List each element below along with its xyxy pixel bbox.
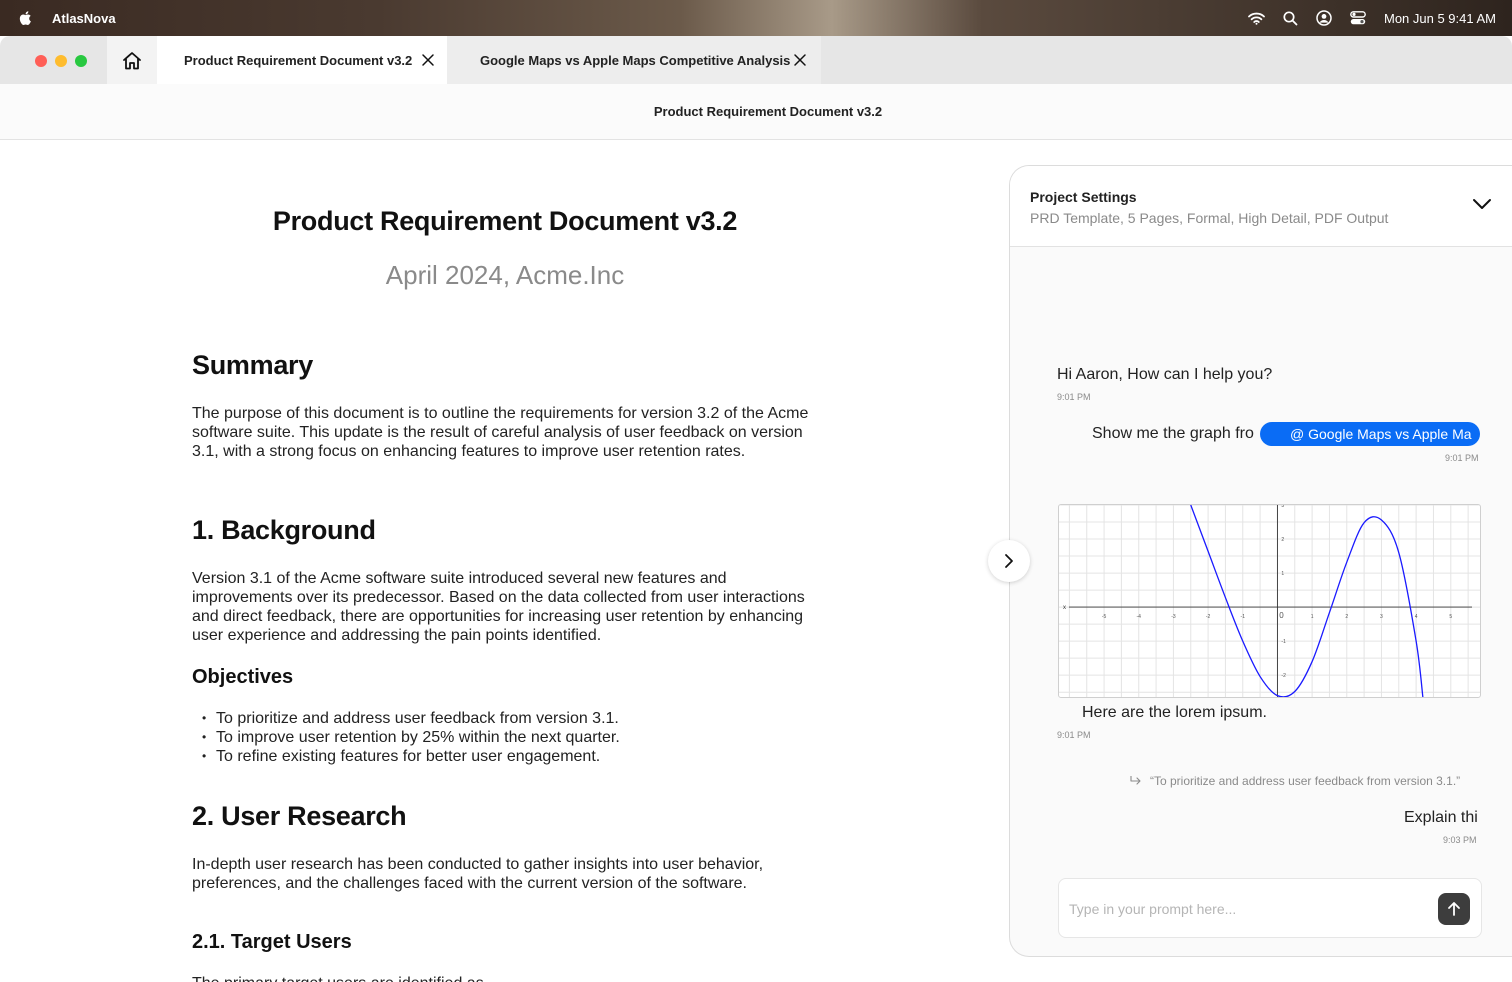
home-icon [123, 51, 141, 69]
project-settings-title: Project Settings [1030, 189, 1137, 205]
assistant-message: Here are the lorem ipsum. [1082, 704, 1267, 721]
quoted-text: “To prioritize and address user feedback… [1150, 774, 1461, 788]
tick-label: 2 [1281, 537, 1284, 543]
project-settings-summary: PRD Template, 5 Pages, Formal, High Deta… [1030, 210, 1389, 226]
assistant-panel: Project Settings PRD Template, 5 Pages, … [1009, 165, 1512, 957]
user-message: Show me the graph fro [1092, 425, 1254, 442]
tick-label: -1 [1281, 639, 1286, 645]
summary-text: The purpose of this document is to outli… [192, 405, 809, 460]
tab-product-requirement-document[interactable]: Product Requirement Document v3.2 [157, 36, 447, 84]
tick-label: 5 [1449, 614, 1452, 620]
quoted-reply: “To prioritize and address user feedback… [1130, 774, 1460, 788]
home-button[interactable] [107, 36, 157, 84]
message-timestamp: 9:01 PM [1445, 453, 1479, 463]
message-timestamp: 9:01 PM [1057, 730, 1091, 740]
summary-heading: Summary [192, 350, 313, 380]
tick-label: 3 [1380, 614, 1383, 620]
assistant-message: Hi Aaron, How can I help you? [1057, 366, 1273, 383]
tick-label: -2 [1281, 673, 1286, 679]
reply-arrow-icon [1130, 776, 1141, 785]
user-research-text: In-depth user research has been conducte… [192, 856, 764, 892]
tick-label: -2 [1206, 614, 1211, 620]
message-timestamp: 9:03 PM [1443, 835, 1477, 845]
tab-competitive-analysis[interactable]: Google Maps vs Apple Maps Competitive An… [447, 36, 821, 84]
chevron-right-icon [1005, 554, 1013, 568]
user-circle-icon[interactable] [1316, 10, 1332, 26]
tick-label: 0 [1279, 611, 1284, 620]
zoom-window-button[interactable] [75, 55, 87, 67]
tick-label: -5 [1102, 614, 1107, 620]
close-window-button[interactable] [35, 55, 47, 67]
user-research-heading: 2. User Research [192, 801, 407, 831]
tab-bar: Product Requirement Document v3.2 Google… [0, 36, 1512, 84]
target-users-text: The primary target users are identified … [192, 974, 822, 982]
window-title-bar: Product Requirement Document v3.2 [0, 84, 1512, 140]
arrow-up-icon [1448, 902, 1460, 916]
control-center-icon[interactable] [1350, 11, 1366, 25]
chart-card[interactable]: -5 -4 -3 -2 -1 0 1 2 3 4 5 -2 -1 1 2 3 x [1058, 504, 1481, 698]
tick-label: 1 [1311, 614, 1314, 620]
tick-label: 3 [1281, 505, 1284, 509]
target-users-heading: 2.1. Target Users [192, 931, 352, 953]
document-subtitle: April 2024, Acme.Inc [385, 260, 625, 290]
list-item: To improve user retention by 25% within … [202, 728, 822, 747]
list-item: To prioritize and address user feedback … [202, 709, 822, 728]
message-timestamp: 9:01 PM [1057, 392, 1091, 402]
prompt-box [1058, 878, 1482, 938]
wifi-icon[interactable] [1248, 12, 1265, 25]
tab-label: Product Requirement Document v3.2 [184, 52, 413, 68]
objectives-heading: Objectives [192, 666, 294, 688]
prompt-input[interactable] [1069, 897, 1429, 921]
background-text: Version 3.1 of the Acme software suite i… [192, 570, 805, 644]
status-area: Mon Jun 5 9:41 AM [1248, 0, 1496, 36]
tick-label: 2 [1345, 614, 1348, 620]
list-item: To refine existing features for better u… [202, 747, 822, 766]
apple-icon[interactable] [18, 9, 34, 27]
project-settings-header[interactable]: Project Settings PRD Template, 5 Pages, … [1010, 166, 1512, 247]
send-button[interactable] [1438, 893, 1470, 925]
menu-bar: AtlasNova Mon Jun 5 9:41 AM [0, 0, 1512, 36]
background-heading: 1. Background [192, 515, 376, 545]
search-icon[interactable] [1283, 10, 1298, 26]
collapse-panel-button[interactable] [988, 540, 1030, 582]
tab-label: Google Maps vs Apple Maps Competitive An… [480, 52, 791, 68]
document-title: Product Requirement Document v3.2 [272, 206, 738, 236]
app-name[interactable]: AtlasNova [52, 11, 116, 26]
chevron-down-icon[interactable] [1472, 198, 1492, 210]
minimize-window-button[interactable] [55, 55, 67, 67]
x-axis-label: x [1063, 605, 1066, 611]
close-icon[interactable] [793, 53, 807, 67]
close-icon[interactable] [421, 53, 435, 67]
menubar-clock[interactable]: Mon Jun 5 9:41 AM [1384, 11, 1496, 26]
tick-label: -3 [1171, 614, 1176, 620]
tick-label: 1 [1281, 571, 1284, 577]
objectives-list: To prioritize and address user feedback … [202, 709, 822, 766]
tick-label: -1 [1241, 614, 1246, 620]
mention-chip[interactable]: @ Google Maps vs Apple Ma [1260, 422, 1480, 446]
tick-label: -4 [1137, 614, 1142, 620]
tick-label: 4 [1415, 614, 1418, 620]
window-title: Product Requirement Document v3.2 [653, 104, 883, 119]
function-graph: -5 -4 -3 -2 -1 0 1 2 3 4 5 -2 -1 1 2 3 x [1059, 505, 1480, 697]
user-message: Explain thi [1404, 809, 1478, 826]
